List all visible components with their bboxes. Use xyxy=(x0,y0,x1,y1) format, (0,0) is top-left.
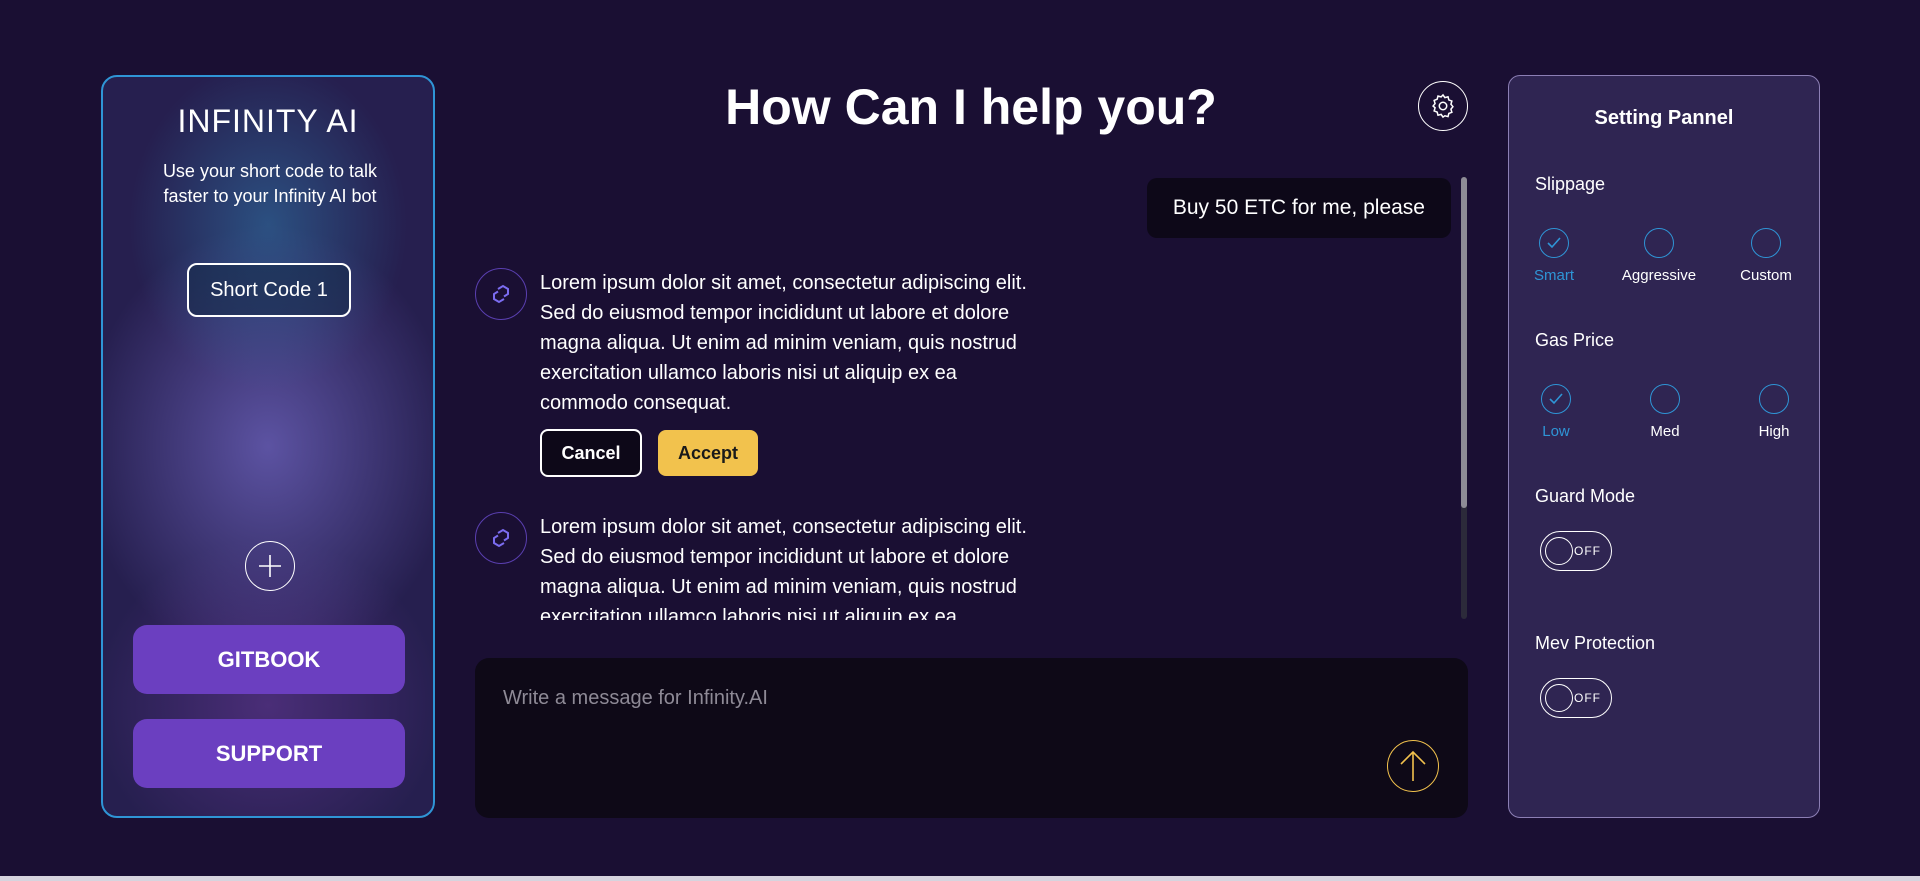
guard-mode-toggle[interactable]: OFF xyxy=(1540,531,1612,571)
gitbook-button[interactable]: GITBOOK xyxy=(133,625,405,694)
user-message-bubble: Buy 50 ETC for me, please xyxy=(1146,178,1451,238)
short-code-button[interactable]: Short Code 1 xyxy=(187,263,351,317)
radio-circle xyxy=(1541,384,1571,414)
shortcode-sidebar: INFINITY AI Use your short code to talk … xyxy=(101,75,435,818)
support-button[interactable]: SUPPORT xyxy=(133,719,405,788)
slippage-option-custom[interactable]: Custom xyxy=(1721,228,1811,284)
radio-label: High xyxy=(1758,423,1790,440)
checkmark-icon xyxy=(1547,237,1561,249)
radio-circle xyxy=(1650,384,1680,414)
bot-message-text: Lorem ipsum dolor sit amet, consectetur … xyxy=(540,516,1027,620)
slippage-label: Slippage xyxy=(1535,174,1606,194)
send-button[interactable] xyxy=(1387,740,1439,792)
toggle-state: OFF xyxy=(1574,544,1601,558)
gas-option-med[interactable]: Med xyxy=(1620,384,1710,440)
radio-label: Custom xyxy=(1740,267,1792,284)
bot-avatar xyxy=(475,512,527,564)
settings-panel: Setting Pannel Slippage Smart Aggressive… xyxy=(1508,75,1820,818)
checkmark-icon xyxy=(1549,393,1563,405)
radio-circle xyxy=(1759,384,1789,414)
cancel-button[interactable]: Cancel xyxy=(540,429,642,477)
bot-message-text: Lorem ipsum dolor sit amet, consectetur … xyxy=(540,272,1027,414)
chat-scrollbar[interactable] xyxy=(1461,177,1467,619)
link-chain-icon xyxy=(493,284,509,304)
toggle-knob xyxy=(1545,684,1573,712)
plus-icon xyxy=(259,555,281,577)
accept-button[interactable]: Accept xyxy=(658,430,758,476)
guard-mode-label: Guard Mode xyxy=(1535,486,1636,506)
message-input[interactable] xyxy=(503,680,1403,716)
gas-option-high[interactable]: High xyxy=(1729,384,1819,440)
mev-protection-toggle[interactable]: OFF xyxy=(1540,678,1612,718)
radio-label: Med xyxy=(1650,423,1680,440)
sidebar-tagline: Use your short code to talk faster to yo… xyxy=(162,161,378,206)
app-root: INFINITY AI Use your short code to talk … xyxy=(0,0,1920,881)
settings-panel-title: Setting Pannel xyxy=(1594,107,1734,129)
radio-circle xyxy=(1751,228,1781,258)
settings-button[interactable] xyxy=(1418,81,1468,131)
toggle-knob xyxy=(1545,537,1573,565)
gear-icon xyxy=(1432,93,1454,119)
slippage-option-aggressive[interactable]: Aggressive xyxy=(1614,228,1704,284)
arrow-up-icon xyxy=(1400,750,1426,781)
radio-circle xyxy=(1644,228,1674,258)
radio-circle xyxy=(1539,228,1569,258)
toggle-state: OFF xyxy=(1574,691,1601,705)
add-short-code-button[interactable] xyxy=(245,541,295,591)
link-chain-icon xyxy=(493,528,509,548)
chat-scrollbar-thumb[interactable] xyxy=(1461,177,1467,508)
radio-label: Low xyxy=(1542,423,1570,440)
brand-logo: INFINITY AI xyxy=(177,103,359,139)
radio-label: Smart xyxy=(1533,267,1574,284)
gas-price-label: Gas Price xyxy=(1535,330,1615,350)
chat-history: Buy 50 ETC for me, please Lorem ipsum do… xyxy=(475,172,1463,620)
bot-avatar xyxy=(475,268,527,320)
page-title: How Can I help you? xyxy=(725,79,1217,135)
slippage-option-smart[interactable]: Smart xyxy=(1509,228,1599,284)
message-composer xyxy=(475,658,1468,818)
message-actions: Cancel Accept xyxy=(540,429,758,477)
bottom-edge xyxy=(0,876,1920,881)
mev-protection-label: Mev Protection xyxy=(1535,633,1656,653)
gas-option-low[interactable]: Low xyxy=(1511,384,1601,440)
radio-label: Aggressive xyxy=(1621,267,1697,284)
